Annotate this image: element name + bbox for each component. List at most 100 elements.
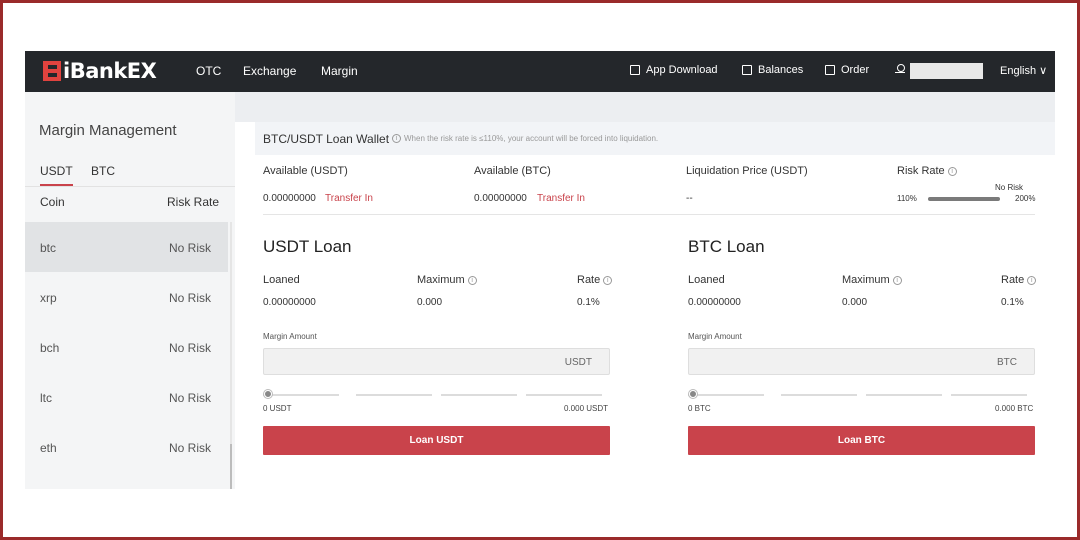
available-btc-value: 0.00000000 [474,193,527,204]
username-redacted[interactable] [910,63,983,79]
usdt-loaned-label: Loaned [263,274,300,286]
available-usdt-value: 0.00000000 [263,193,316,204]
info-icon[interactable]: i [947,166,957,176]
coin-risk: No Risk [168,291,211,305]
btc-maximum-label: Maximum i [842,274,902,286]
btc-margin-amount-label: Margin Amount [688,332,742,341]
main-top-band [235,92,1055,122]
coin-row-btc[interactable]: btc No Risk [25,222,228,272]
info-icon[interactable]: i [467,275,477,285]
coin-risk: No Risk [168,241,211,255]
sidebar-scrollbar-thumb[interactable] [230,444,232,489]
btc-slider-segment[interactable] [866,394,942,396]
wallet-title: BTC/USDT Loan Wallet [263,132,390,146]
order-icon [825,65,835,75]
usdt-slider-segment[interactable] [526,394,602,396]
sidebar-title: Margin Management [39,122,177,139]
btc-loaned-value: 0.00000000 [688,297,741,308]
btc-slider-handle[interactable] [689,390,697,398]
btc-slider-max: 0.000 BTC [995,404,1034,413]
user-icon[interactable] [895,64,905,76]
btc-slider-segment[interactable] [781,394,857,396]
coin-row-bch[interactable]: bch No Risk [25,322,228,372]
phone-icon [630,65,640,75]
liquidation-note: i When the risk rate is ≤110%, your acco… [392,134,658,143]
coin-risk: No Risk [168,341,211,355]
loan-btc-button[interactable]: Loan BTC [688,426,1035,455]
risk-min-label: 110% [897,194,917,203]
column-header-risk-rate: Risk Rate [167,195,220,209]
nav-link-margin[interactable]: Margin [321,64,358,78]
usdt-slider-segment[interactable] [441,394,517,396]
logo-mark-icon [43,61,61,81]
available-usdt-label: Available (USDT) [263,165,348,177]
tab-btc[interactable]: BTC [91,164,115,178]
logo-text: iBankEX [63,59,157,83]
btc-maximum-value: 0.000 [842,297,868,308]
main-panel: BTC/USDT Loan Wallet i When the risk rat… [235,92,1055,489]
usdt-margin-amount-input[interactable]: USDT [263,348,610,375]
usdt-slider-segment[interactable] [263,394,339,396]
usdt-slider-handle[interactable] [264,390,272,398]
order-label: Order [841,64,870,76]
sidebar: Margin Management USDT BTC Coin Risk Rat… [25,92,235,489]
nav-link-otc[interactable]: OTC [196,64,221,78]
coin-risk: No Risk [168,441,211,455]
btc-unit-label: BTC [997,357,1017,368]
usdt-maximum-value: 0.000 [417,297,443,308]
wallet-icon [742,65,752,75]
available-btc-label: Available (BTC) [474,165,551,177]
usdt-slider-max: 0.000 USDT [564,404,609,413]
risk-rate-label-text: Risk Rate [897,165,945,177]
language-selector[interactable]: English ∨ [1000,64,1047,77]
liquidation-price-value: -- [686,193,693,204]
nav-link-exchange[interactable]: Exchange [243,64,296,78]
btc-margin-amount-input[interactable]: BTC [688,348,1035,375]
liquidation-note-text: When the risk rate is ≤110%, your accoun… [404,134,659,143]
usdt-loan-title: USDT Loan [263,237,352,256]
info-icon: i [392,134,401,143]
column-header-coin: Coin [40,195,65,209]
section-divider [263,214,1035,215]
tab-usdt[interactable]: USDT [40,164,73,186]
top-nav: iBankEX OTC Exchange Margin App Download… [25,51,1055,92]
coin-name: bch [40,341,60,355]
risk-rate-bar [928,197,1000,201]
usdt-loaned-value: 0.00000000 [263,297,316,308]
info-icon[interactable]: i [603,275,613,285]
usdt-slider-segment[interactable] [356,394,432,396]
balances-label: Balances [758,64,804,76]
app-download-label: App Download [646,64,718,76]
usdt-rate-label: Rate i [577,274,613,286]
coin-risk: No Risk [168,391,211,405]
balances-link[interactable]: Balances [742,64,803,76]
btc-maximum-label-text: Maximum [842,274,890,286]
liquidation-price-label: Liquidation Price (USDT) [686,165,808,177]
app-download-link[interactable]: App Download [630,64,718,76]
coin-row-eth[interactable]: eth No Risk [25,422,228,472]
brand-logo[interactable]: iBankEX [43,58,157,84]
btc-slider-segment[interactable] [951,394,1027,396]
info-icon[interactable]: i [892,275,902,285]
usdt-unit-label: USDT [564,357,592,368]
usdt-rate-value: 0.1% [577,297,600,308]
info-icon[interactable]: i [1027,275,1037,285]
usdt-maximum-label-text: Maximum [417,274,465,286]
usdt-rate-label-text: Rate [577,274,601,286]
coin-name: ltc [40,391,52,405]
btc-loaned-label: Loaned [688,274,725,286]
transfer-in-usdt-link[interactable]: Transfer In [325,193,373,204]
btc-slider-segment[interactable] [688,394,764,396]
loan-usdt-button[interactable]: Loan USDT [263,426,610,455]
btc-loan-title: BTC Loan [688,237,765,256]
btc-rate-label: Rate i [1001,274,1037,286]
order-link[interactable]: Order [825,64,869,76]
coin-row-xrp[interactable]: xrp No Risk [25,272,228,322]
coin-row-ltc[interactable]: ltc No Risk [25,372,228,422]
language-label: English ∨ [1000,65,1048,77]
usdt-margin-amount-label: Margin Amount [263,332,317,341]
transfer-in-btc-link[interactable]: Transfer In [537,193,585,204]
risk-status: No Risk [995,183,1024,192]
usdt-maximum-label: Maximum i [417,274,477,286]
btc-rate-value: 0.1% [1001,297,1024,308]
